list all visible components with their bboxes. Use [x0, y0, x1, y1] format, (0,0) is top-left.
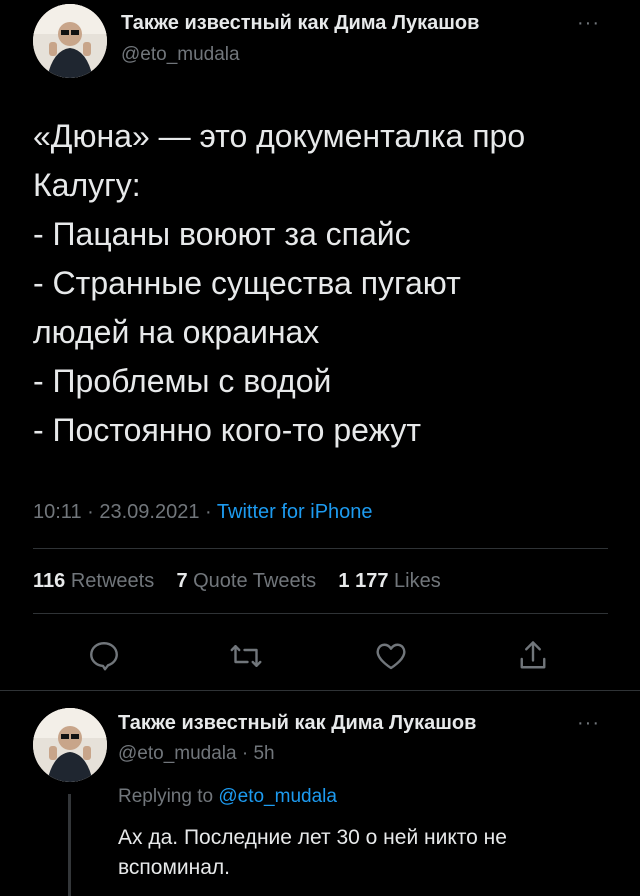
reply-author-name[interactable]: Также известный как Дима Лукашов: [118, 712, 476, 735]
likes-count: 1 177: [338, 570, 389, 592]
replying-to-handle[interactable]: @eto_mudala: [218, 786, 337, 807]
retweets-count: 116: [33, 570, 66, 592]
author-handle[interactable]: @eto_mudala: [121, 44, 240, 66]
reply-age[interactable]: 5h: [253, 743, 274, 764]
separator: ·: [241, 743, 249, 764]
tweet-line: - Постоянно кого-то режут: [33, 412, 422, 448]
replying-to-label: Replying to: [118, 786, 214, 807]
reply-author-handle[interactable]: @eto_mudala: [118, 743, 237, 764]
quotes-stat[interactable]: 7 Quote Tweets: [176, 570, 316, 592]
quotes-count: 7: [176, 570, 188, 592]
retweets-stat[interactable]: 116 Retweets: [33, 570, 154, 592]
retweet-icon: [230, 645, 262, 667]
retweet-button[interactable]: [224, 634, 268, 678]
separator: ·: [205, 501, 212, 523]
tweet-stats: 116 Retweets 7 Quote Tweets 1 177 Likes: [33, 570, 441, 593]
share-icon: [520, 641, 546, 669]
reply-more-icon[interactable]: ···: [577, 712, 600, 735]
reply-line: вспоминал.: [118, 856, 231, 879]
reply-line: Ах да. Последние лет 30 о ней никто не: [118, 826, 507, 849]
tweet-line: людей на окраинах: [33, 314, 320, 350]
likes-stat[interactable]: 1 177 Likes: [338, 570, 440, 592]
tweet-text: «Дюна» — это документалка про Калугу: - …: [33, 112, 623, 455]
retweets-label: Retweets: [70, 570, 155, 592]
separator: ·: [87, 501, 94, 523]
reply-icon: [90, 642, 118, 671]
share-button[interactable]: [511, 634, 555, 678]
likes-label: Likes: [394, 570, 441, 592]
tweet-date[interactable]: 23.09.2021: [99, 501, 199, 523]
replying-to: Replying to @eto_mudala: [118, 786, 337, 808]
more-icon[interactable]: ···: [577, 12, 600, 35]
tweet-line: Калугу:: [33, 167, 141, 203]
reply-handle-line: @eto_mudala · 5h: [118, 743, 275, 765]
tweet-meta: 10:11 · 23.09.2021 · Twitter for iPhone: [33, 501, 373, 524]
like-button[interactable]: [369, 634, 413, 678]
avatar-image: [33, 4, 107, 78]
tweet-time[interactable]: 10:11: [33, 501, 82, 523]
reply-text: Ах да. Последние лет 30 о ней никто не в…: [118, 823, 618, 883]
like-icon: [376, 643, 406, 670]
quotes-label: Quote Tweets: [193, 570, 317, 592]
divider: [33, 613, 608, 614]
thread-line: [68, 794, 71, 896]
divider: [0, 690, 640, 691]
author-avatar[interactable]: [33, 4, 107, 78]
tweet-line: - Странные существа пугают: [33, 265, 461, 301]
reply-button[interactable]: [82, 634, 126, 678]
divider: [33, 548, 608, 549]
avatar-image: [33, 708, 107, 782]
tweet-line: «Дюна» — это документалка про: [33, 118, 526, 154]
author-name[interactable]: Также известный как Дима Лукашов: [121, 12, 479, 35]
tweet-source-link[interactable]: Twitter for iPhone: [217, 501, 373, 523]
tweet-line: - Проблемы с водой: [33, 363, 332, 399]
tweet-line: - Пацаны воюют за спайс: [33, 216, 411, 252]
reply-author-avatar[interactable]: [33, 708, 107, 782]
